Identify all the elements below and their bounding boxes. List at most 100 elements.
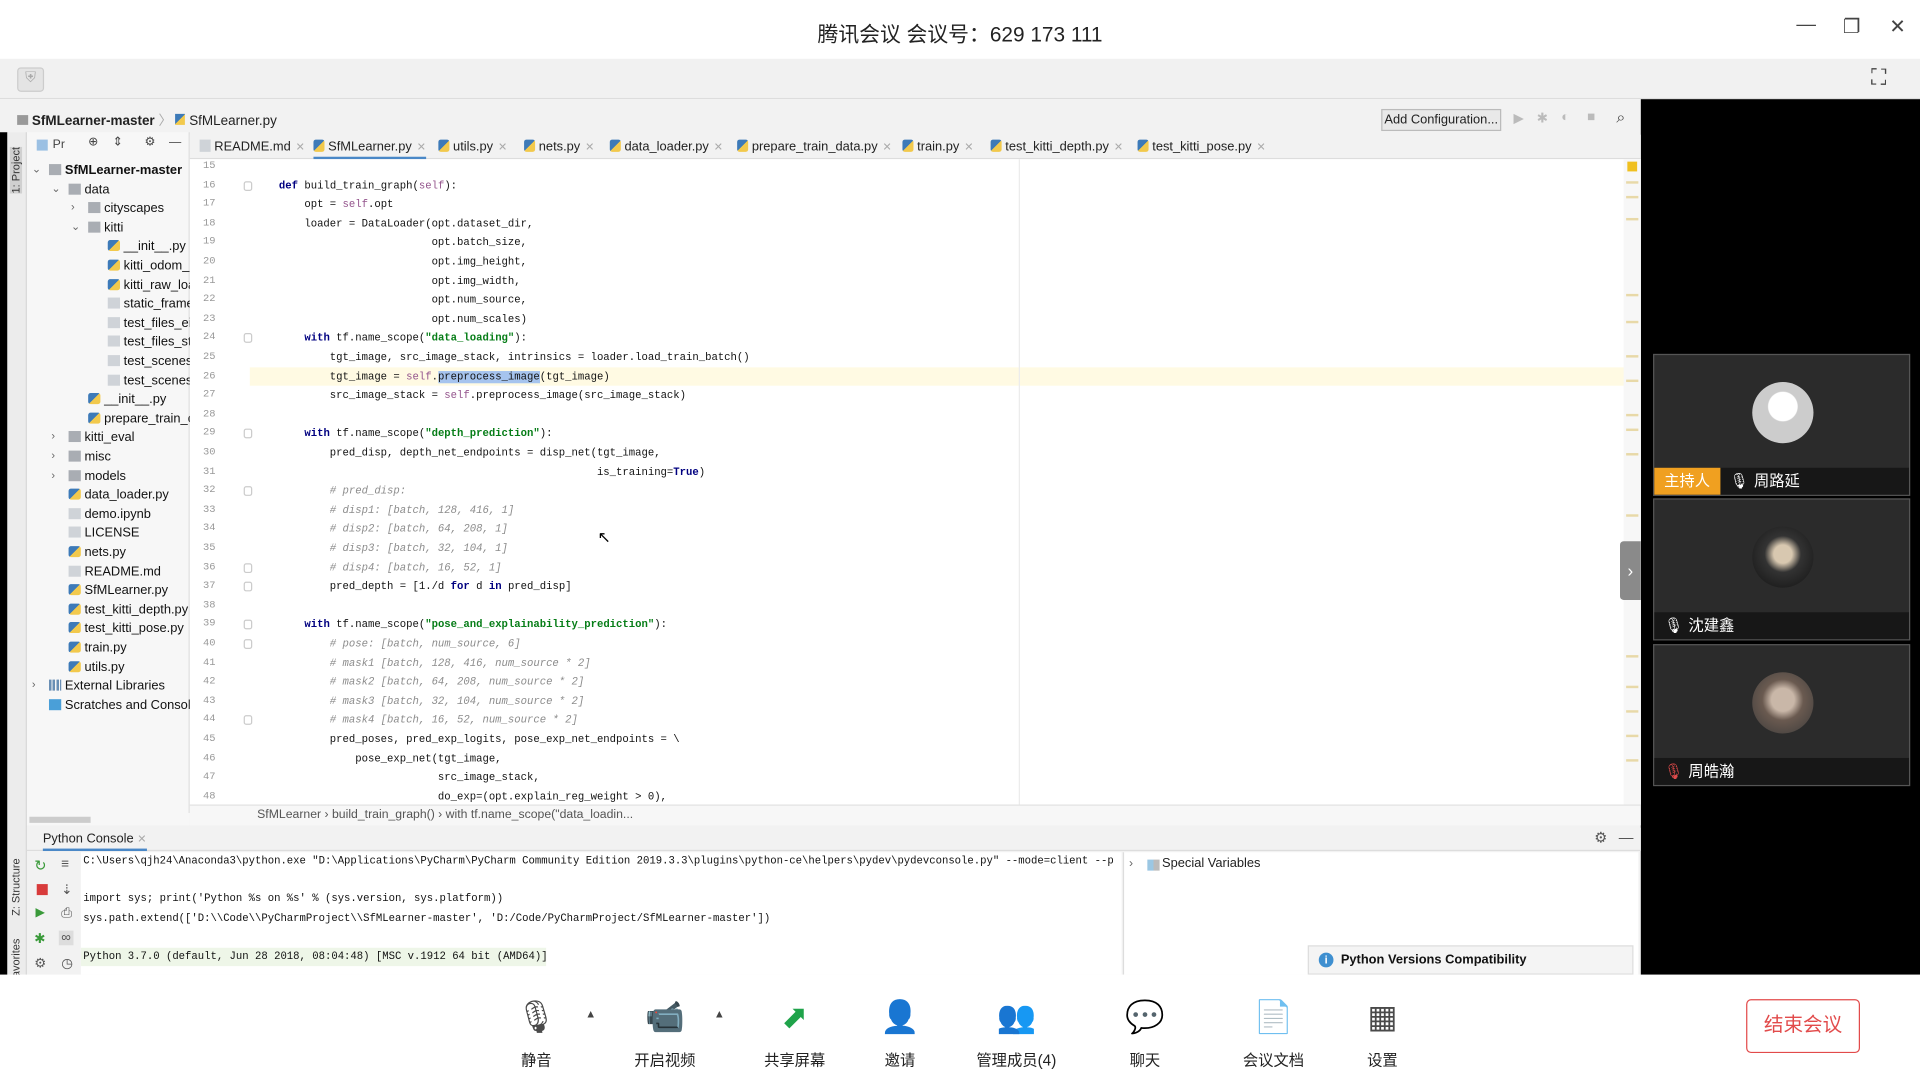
code-line[interactable]: # pred_disp: (253, 483, 406, 500)
tree-item[interactable]: misc (68, 448, 111, 465)
project-horizontal-scrollbar[interactable] (29, 816, 91, 823)
scrollbar-marker[interactable] (1626, 514, 1639, 517)
participant-tile[interactable]: 🎙 沈建鑫 (1653, 498, 1911, 641)
fold-marker-icon[interactable] (243, 180, 253, 191)
toolbar-button-chat[interactable]: 💬 聊天 (1090, 994, 1200, 1070)
code-line[interactable]: # disp2: [batch, 64, 208, 1] (253, 521, 508, 538)
tree-item[interactable]: SfMLearner.py (68, 582, 168, 599)
inspection-status-icon[interactable] (1627, 161, 1638, 172)
end-meeting-button[interactable]: 结束会议 (1746, 999, 1861, 1054)
code-line[interactable]: # pose: [batch, num_source, 6] (253, 636, 521, 653)
code-line[interactable]: opt.num_source, (253, 292, 527, 309)
editor-scrollbar[interactable] (1623, 159, 1641, 805)
breadcrumb-project[interactable]: SfMLearner-master (32, 114, 155, 129)
notification-popup[interactable]: i Python Versions Compatibility (1307, 945, 1634, 975)
code-line[interactable]: opt.img_height, (253, 253, 527, 270)
structure-tool-button[interactable]: Z: Structure (10, 858, 22, 916)
project-tool-button[interactable]: 1: Project (9, 146, 23, 194)
soft-wrap-icon[interactable]: ≡ (61, 857, 69, 872)
scrollbar-marker[interactable] (1626, 355, 1639, 358)
code-line[interactable]: # disp3: [batch, 32, 104, 1] (253, 540, 508, 557)
scrollbar-marker[interactable] (1626, 379, 1639, 383)
toolbar-button-settings-grid[interactable]: ▦ 设置 (1327, 994, 1437, 1070)
collapse-all-icon[interactable]: ⇕ (113, 136, 123, 149)
scrollbar-marker[interactable] (1626, 217, 1639, 221)
code-line[interactable]: tgt_image = self.preprocess_image(tgt_im… (253, 368, 610, 385)
tree-item[interactable]: Scratches and Console (48, 696, 198, 713)
search-icon[interactable]: ⌕ (1616, 108, 1625, 128)
collapsed-chevron-icon[interactable]: › (32, 679, 36, 691)
code-line[interactable]: opt.img_width, (253, 273, 521, 290)
tree-item[interactable]: kitti (88, 219, 123, 236)
restore-button[interactable]: ❐ (1843, 15, 1861, 39)
code-line[interactable]: pose_exp_net(tgt_image, (253, 750, 501, 767)
tree-item[interactable]: demo.ipynb (68, 505, 151, 522)
tab-sfmlearner-py[interactable]: SfMLearner.py ✕ (313, 137, 426, 160)
editor-breadcrumb[interactable]: SfMLearner › build_train_graph() › with … (189, 804, 1641, 826)
tree-item[interactable]: utils.py (68, 658, 125, 675)
tree-item[interactable]: kitti_eval (68, 429, 135, 446)
close-tab-icon[interactable]: ✕ (883, 141, 892, 153)
tree-item[interactable]: static_frame (107, 295, 194, 312)
expanded-chevron-icon[interactable]: ⌄ (51, 182, 60, 195)
code-line[interactable]: with tf.name_scope("depth_prediction"): (253, 425, 552, 442)
tree-item[interactable]: data (68, 181, 110, 198)
tree-item[interactable]: data_loader.py (68, 486, 169, 503)
code-line[interactable]: # mask4 [batch, 16, 52, num_source * 2] (253, 712, 578, 729)
close-tab-icon[interactable]: ✕ (1256, 141, 1265, 153)
tab-test_kitti_depth-py[interactable]: test_kitti_depth.py ✕ (990, 137, 1123, 159)
project-view-selector[interactable]: Pr (53, 138, 65, 151)
scroll-to-end-icon[interactable]: ⇣ (61, 882, 72, 898)
code-line[interactable]: tgt_image, src_image_stack, intrinsics =… (253, 349, 750, 366)
tree-item[interactable]: cityscapes (88, 200, 164, 217)
debug-console-icon[interactable]: ✱ (34, 931, 45, 947)
code-line[interactable]: pred_poses, pred_exp_logits, pose_exp_ne… (253, 731, 680, 748)
breadcrumb-file[interactable]: SfMLearner.py (189, 114, 277, 129)
close-tab-icon[interactable]: ✕ (417, 141, 426, 153)
code-line[interactable]: # mask1 [batch, 128, 416, num_source * 2… (253, 655, 591, 672)
expand-chevron-icon[interactable]: › (1129, 857, 1133, 870)
collapsed-chevron-icon[interactable]: › (51, 449, 55, 461)
collapsed-chevron-icon[interactable]: › (71, 201, 75, 213)
fold-marker-icon[interactable] (243, 715, 253, 726)
tree-item[interactable]: train.py (68, 639, 127, 656)
tree-item[interactable]: kitti_odom_ (107, 257, 189, 274)
show-variables-icon[interactable]: ∞ (58, 930, 74, 946)
toolbar-button-invite[interactable]: 👤 邀请 (845, 994, 955, 1070)
scrollbar-marker[interactable] (1626, 181, 1639, 184)
tree-item[interactable]: External Libraries (48, 677, 165, 694)
python-console-tab[interactable]: Python Console ✕ (42, 831, 147, 852)
close-tab-icon[interactable]: ✕ (498, 141, 507, 153)
fold-marker-icon[interactable] (243, 486, 253, 497)
close-button[interactable]: ✕ (1889, 15, 1905, 39)
locate-icon[interactable]: ⊕ (88, 136, 98, 149)
scrollbar-marker[interactable] (1626, 655, 1639, 658)
code-line[interactable]: opt.batch_size, (253, 234, 527, 251)
add-configuration-button[interactable]: Add Configuration... (1381, 108, 1502, 132)
minimize-button[interactable]: — (1796, 15, 1816, 37)
gear-icon[interactable]: ⚙ (144, 136, 155, 149)
fold-marker-icon[interactable] (243, 429, 253, 439)
close-tab-icon[interactable]: ✕ (296, 141, 305, 153)
code-line[interactable]: src_image_stack = self.preprocess_image(… (253, 387, 686, 404)
tab-prepare_train_data-py[interactable]: prepare_train_data.py ✕ (737, 137, 892, 159)
expanded-chevron-icon[interactable]: ⌄ (71, 220, 80, 233)
coverage-icon[interactable]: ◐ (1561, 110, 1569, 125)
audio-options-chevron-icon[interactable]: ▲ (585, 1008, 596, 1020)
close-tab-icon[interactable]: ✕ (964, 141, 973, 153)
scrollbar-marker[interactable] (1626, 320, 1639, 324)
tree-item[interactable]: LICENSE (68, 525, 140, 542)
tab-test_kitti_pose-py[interactable]: test_kitti_pose.py ✕ (1137, 137, 1266, 159)
scrollbar-marker[interactable] (1626, 453, 1639, 456)
special-variables-label[interactable]: Special Variables (1162, 856, 1260, 871)
stop-icon[interactable]: ■ (1587, 110, 1595, 125)
code-line[interactable]: is_training=True) (253, 464, 705, 481)
tree-item[interactable]: test_kitti_depth.py (68, 601, 188, 618)
tree-item[interactable]: SfMLearner-master (48, 162, 182, 179)
console-settings-icon[interactable]: ⚙ (34, 955, 46, 971)
print-icon[interactable]: ⎙ (61, 906, 72, 922)
tree-item[interactable]: README.md (68, 563, 161, 580)
debug-icon[interactable]: ✱ (1537, 110, 1548, 126)
tree-item[interactable]: test_scenes_ (107, 353, 199, 370)
code-line[interactable]: # disp1: [batch, 128, 416, 1] (253, 502, 514, 519)
